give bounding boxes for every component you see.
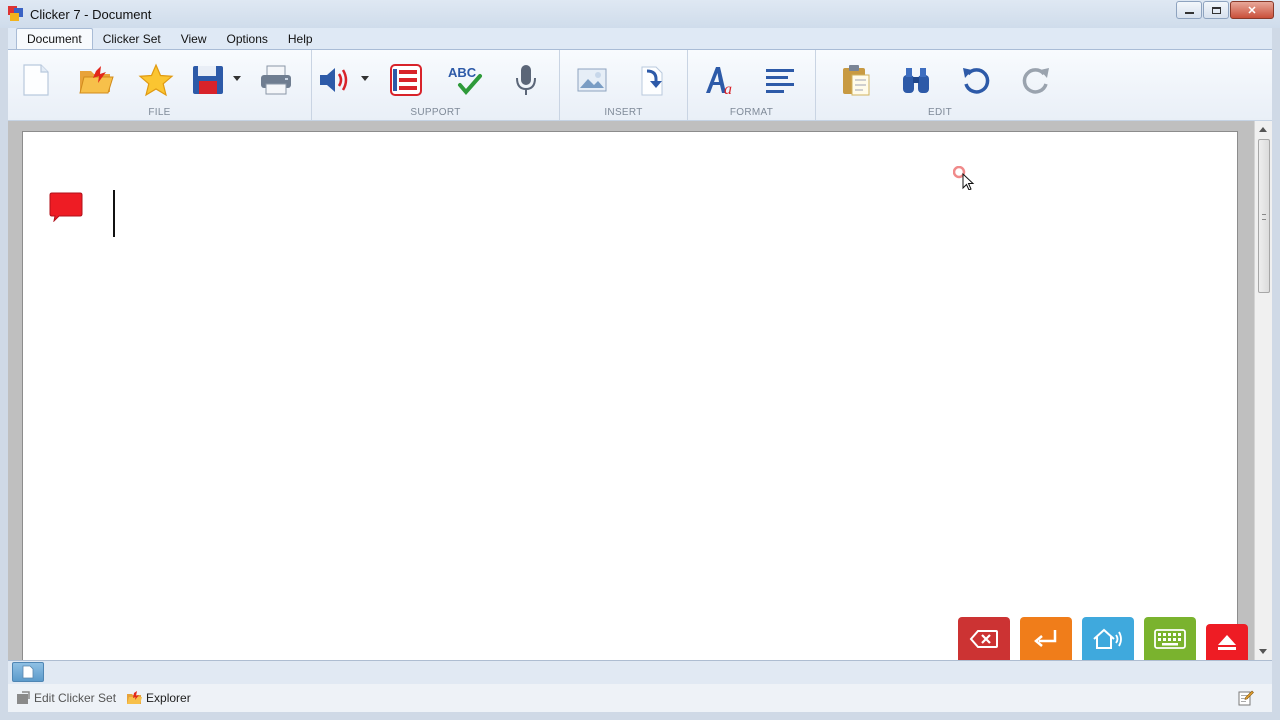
speaker-icon [320, 68, 348, 92]
scroll-up-arrow-icon[interactable] [1259, 127, 1267, 132]
font-button[interactable]: a [700, 60, 740, 100]
maximize-button[interactable] [1203, 1, 1229, 19]
find-binoculars-icon [903, 68, 929, 93]
insert-picture-button[interactable] [572, 60, 612, 100]
word-list-button[interactable] [386, 60, 426, 100]
tab-clicker-set[interactable]: Clicker Set [93, 29, 171, 50]
explorer-button[interactable]: Explorer [126, 691, 191, 705]
minimize-icon [1184, 12, 1194, 14]
spell-check-button[interactable]: ABC [446, 60, 486, 100]
eject-icon [1218, 635, 1236, 650]
notes-button[interactable] [1238, 690, 1254, 709]
ribbon-group-edit: EDIT [816, 50, 1064, 120]
vertical-scrollbar[interactable] [1254, 121, 1272, 660]
ribbon-group-file: FILE [8, 50, 312, 120]
save-dropdown-caret[interactable] [233, 76, 241, 81]
return-arrow-icon [1034, 629, 1057, 647]
group-label-edit: EDIT [928, 107, 952, 118]
paste-clipboard-icon [843, 65, 870, 96]
scrollbar-thumb[interactable] [1258, 139, 1270, 293]
align-left-icon [766, 69, 794, 93]
redo-icon [1022, 68, 1049, 94]
edit-clicker-set-label: Edit Clicker Set [34, 691, 117, 705]
document-page[interactable] [22, 131, 1238, 660]
window-controls: ✕ [1175, 1, 1274, 19]
tab-options[interactable]: Options [217, 29, 278, 50]
text-caret [113, 190, 115, 237]
tab-document[interactable]: Document [16, 28, 93, 50]
speech-button[interactable] [314, 60, 354, 100]
document-area [8, 121, 1272, 660]
window-title: Clicker 7 - Document [30, 6, 152, 22]
insert-file-icon [641, 66, 663, 96]
svg-text:a: a [724, 81, 732, 97]
edit-clicker-set-icon [17, 691, 30, 704]
open-folder-icon [79, 66, 114, 94]
speech-bubble-marker-icon[interactable] [49, 192, 83, 222]
ribbon: FILE ABC SUPPORT INSERT a FORMAT EDIT [8, 49, 1272, 121]
scrollbar-grip-icon [1262, 214, 1266, 220]
insert-picture-icon [577, 68, 607, 92]
group-label-support: SUPPORT [410, 107, 461, 118]
spell-check-icon: ABC [448, 65, 482, 96]
backspace-icon [969, 629, 998, 648]
microphone-icon [516, 65, 536, 95]
dictation-button[interactable] [506, 60, 546, 100]
ribbon-group-insert: INSERT [560, 50, 688, 120]
print-button[interactable] [256, 60, 296, 100]
undo-button[interactable] [956, 60, 996, 100]
ribbon-group-support: ABC SUPPORT [312, 50, 560, 120]
group-label-format: FORMAT [729, 107, 774, 118]
document-tab-strip [8, 660, 1272, 684]
edit-clicker-set-button[interactable]: Edit Clicker Set [16, 691, 116, 705]
backspace-button[interactable] [958, 617, 1010, 660]
explorer-label: Explorer [146, 691, 191, 705]
scroll-down-arrow-icon[interactable] [1259, 649, 1267, 654]
ribbon-tabs: Document Clicker Set View Options Help [8, 28, 1272, 50]
keyboard-icon [1154, 628, 1186, 649]
paste-button[interactable] [836, 60, 876, 100]
document-tab[interactable] [12, 662, 44, 682]
favourites-star-icon [138, 63, 174, 97]
maximize-icon [1211, 6, 1221, 14]
new-document-icon [23, 64, 49, 96]
close-icon: ✕ [1247, 4, 1257, 17]
status-bar: Edit Clicker Set Explorer [8, 684, 1272, 712]
save-button[interactable] [188, 60, 228, 100]
document-tab-icon [22, 665, 34, 679]
tab-view[interactable]: View [171, 29, 217, 50]
speak-house-icon [1093, 628, 1122, 649]
align-button[interactable] [760, 60, 800, 100]
print-icon [261, 65, 291, 95]
undo-icon [963, 68, 990, 94]
speech-dropdown-caret[interactable] [361, 76, 369, 81]
explorer-icon [127, 691, 143, 704]
word-list-icon [390, 64, 422, 96]
group-label-file: FILE [148, 107, 171, 118]
svg-text:ABC: ABC [448, 65, 477, 80]
keyboard-button[interactable] [1144, 617, 1196, 660]
notepad-pencil-icon [1238, 690, 1254, 706]
group-label-insert: INSERT [604, 107, 643, 118]
tab-help[interactable]: Help [278, 29, 323, 50]
minimize-button[interactable] [1176, 1, 1202, 19]
find-button[interactable] [896, 60, 936, 100]
insert-file-button[interactable] [632, 60, 672, 100]
redo-button[interactable] [1016, 60, 1056, 100]
open-button[interactable] [76, 60, 116, 100]
save-disk-icon [193, 66, 223, 94]
mouse-pointer-icon [953, 166, 975, 190]
title-bar: Clicker 7 - Document ✕ [0, 0, 1280, 28]
enter-button[interactable] [1020, 617, 1072, 660]
ribbon-group-format: a FORMAT [688, 50, 816, 120]
hide-grid-button[interactable] [1206, 624, 1248, 660]
speak-button[interactable] [1082, 617, 1134, 660]
new-document-button[interactable] [16, 60, 56, 100]
favourites-button[interactable] [136, 60, 176, 100]
font-style-icon: a [706, 67, 732, 97]
clicker-app-icon [8, 6, 24, 22]
close-button[interactable]: ✕ [1230, 1, 1274, 19]
